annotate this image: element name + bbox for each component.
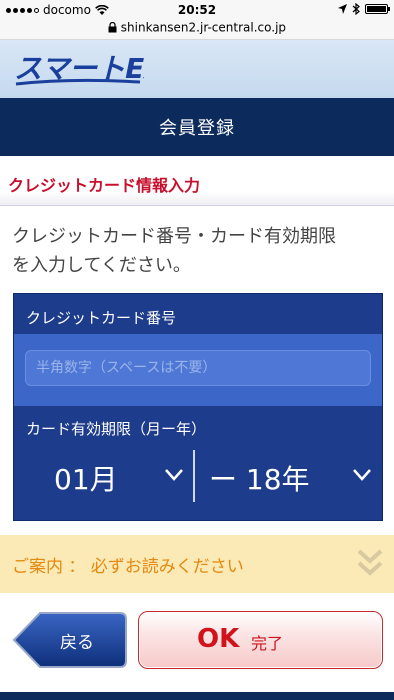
logo-band: スマートEX <box>0 40 394 98</box>
expiry-year-select[interactable]: ー 18年 <box>195 444 382 508</box>
url-text: shinkansen2.jr-central.co.jp <box>120 20 287 35</box>
card-number-label: クレジットカード番号 <box>26 309 177 327</box>
instruction-text: クレジットカード番号・カード有効期限 を入力してください。 <box>12 222 384 280</box>
double-chevron-down-icon <box>357 549 383 576</box>
location-arrow-icon <box>338 4 347 14</box>
instruction-line-2: を入力してください。 <box>12 255 191 276</box>
smart-ex-logo: スマートEX <box>14 52 144 86</box>
expiry-month-select[interactable]: 01月 <box>14 444 193 508</box>
page-title-text: 会員登録 <box>159 118 235 139</box>
done-label: 完了 <box>251 634 284 653</box>
back-button[interactable]: 戻る <box>12 611 128 669</box>
ok-complete-button[interactable]: OK 完了 <box>138 611 383 669</box>
card-form-panel: クレジットカード番号 カード有効期限（月ー年） 01月 ー 18年 <box>13 293 383 521</box>
expiry-year-value: ー 18年 <box>209 463 310 496</box>
lock-icon <box>108 21 117 33</box>
card-number-input[interactable] <box>25 350 371 386</box>
notice-text: ご案内 ： 必ずお読みください <box>12 557 244 577</box>
notice-bar[interactable]: ご案内 ： 必ずお読みください <box>0 535 394 593</box>
instruction-line-1: クレジットカード番号・カード有効期限 <box>12 226 336 247</box>
url-bar[interactable]: shinkansen2.jr-central.co.jp <box>0 20 394 40</box>
bluetooth-icon <box>352 3 360 15</box>
status-right <box>338 3 390 15</box>
back-button-label: 戻る <box>60 633 94 653</box>
bottom-strip <box>0 692 394 700</box>
chevron-down-icon <box>165 469 183 481</box>
section-heading: クレジットカード情報入力 <box>0 160 394 206</box>
expiry-label: カード有効期限（月ー年） <box>26 420 207 438</box>
expiry-month-value: 01月 <box>54 463 118 496</box>
chevron-down-icon <box>353 469 371 481</box>
status-bar: docomo 20:52 <box>0 0 394 20</box>
section-heading-text: クレジットカード情報入力 <box>8 176 201 195</box>
ok-label: OK <box>197 624 240 654</box>
card-number-area <box>14 334 382 406</box>
status-time: 20:52 <box>177 3 217 17</box>
page-title: 会員登録 <box>0 98 394 156</box>
battery-icon <box>365 4 390 14</box>
